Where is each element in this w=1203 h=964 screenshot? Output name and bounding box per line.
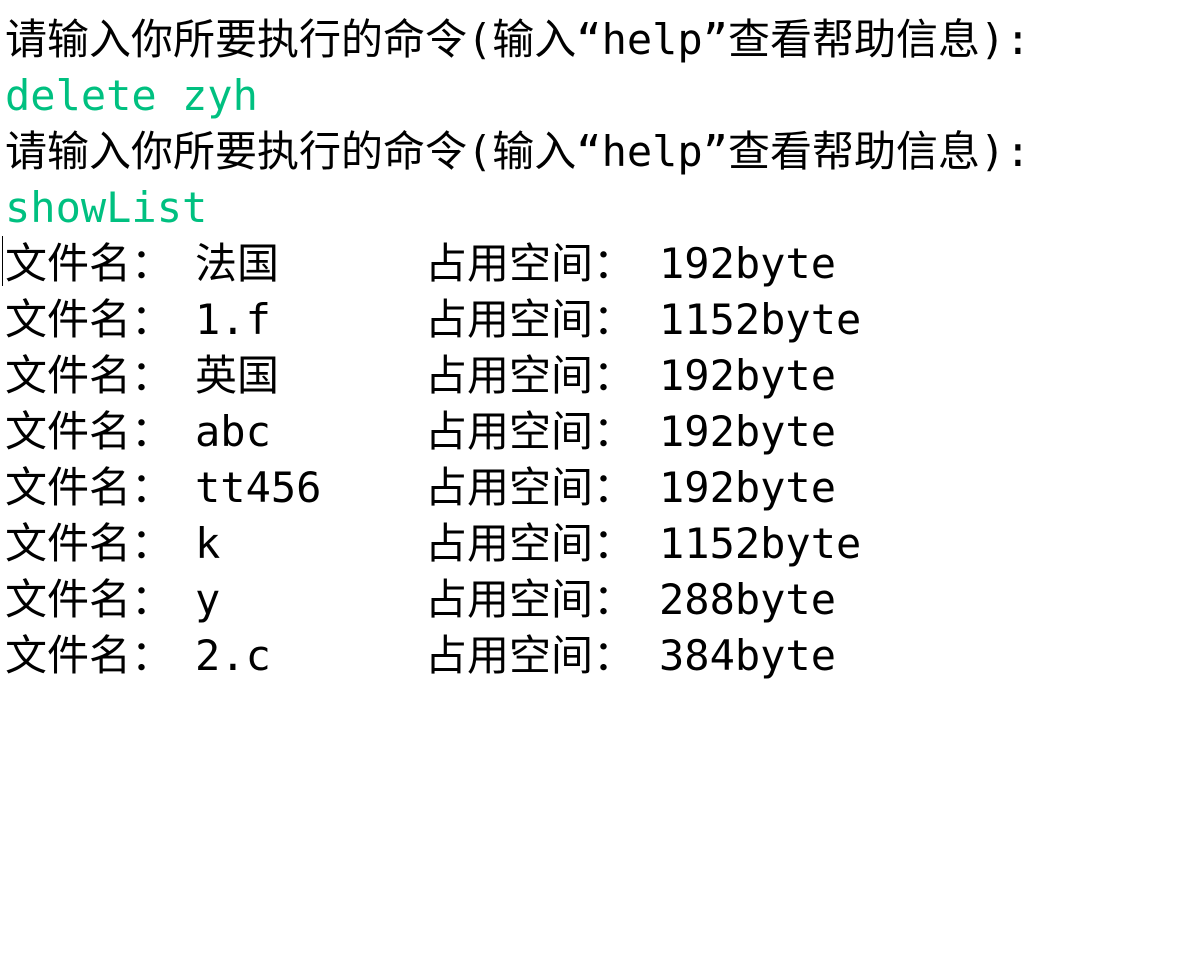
file-list-row: 文件名： 法国 占用空间： 192byte <box>5 236 1200 292</box>
file-name-label: 文件名： <box>5 463 174 512</box>
console-output: 请输入你所要执行的命令(输入“help”查看帮助信息): delete zyh … <box>5 12 1200 684</box>
file-name-label: 文件名： <box>5 519 174 568</box>
file-name-label: 文件名： <box>5 239 174 288</box>
file-name-label: 文件名： <box>5 295 174 344</box>
file-size-label: 占用空间： <box>425 575 636 624</box>
file-name: abc <box>195 407 271 456</box>
command-prompt: 请输入你所要执行的命令(输入“help”查看帮助信息): <box>5 127 1031 176</box>
entered-command: showList <box>5 183 208 232</box>
file-name: tt456 <box>195 463 322 512</box>
file-list-row: 文件名： y 占用空间： 288byte <box>5 572 1200 628</box>
file-name-label: 文件名： <box>5 631 174 680</box>
file-name: 法国 <box>195 239 280 288</box>
file-name: k <box>195 519 221 568</box>
file-size: 1152byte <box>659 519 862 568</box>
entered-command: delete zyh <box>5 71 258 120</box>
command-prompt: 请输入你所要执行的命令(输入“help”查看帮助信息): <box>5 15 1031 64</box>
file-size: 384byte <box>659 631 837 680</box>
file-list-row: 文件名： 英国 占用空间： 192byte <box>5 348 1200 404</box>
file-size: 1152byte <box>659 295 862 344</box>
file-size-label: 占用空间： <box>425 239 636 288</box>
file-size-label: 占用空间： <box>425 519 636 568</box>
file-size-label: 占用空间： <box>425 631 636 680</box>
file-name: 1.f <box>195 295 271 344</box>
file-name-label: 文件名： <box>5 351 174 400</box>
file-list-row: 文件名： k 占用空间： 1152byte <box>5 516 1200 572</box>
file-name-label: 文件名： <box>5 407 174 456</box>
file-list-row: 文件名： 2.c 占用空间： 384byte <box>5 628 1200 684</box>
file-name: 2.c <box>195 631 271 680</box>
file-size-label: 占用空间： <box>425 407 636 456</box>
file-size-label: 占用空间： <box>425 351 636 400</box>
file-size: 192byte <box>659 351 837 400</box>
file-list-row: 文件名： tt456 占用空间： 192byte <box>5 460 1200 516</box>
file-name-label: 文件名： <box>5 575 174 624</box>
file-name: 英国 <box>195 351 280 400</box>
file-size: 192byte <box>659 407 837 456</box>
file-size-label: 占用空间： <box>425 463 636 512</box>
file-list-row: 文件名： abc 占用空间： 192byte <box>5 404 1200 460</box>
file-name: y <box>195 575 221 624</box>
file-size-label: 占用空间： <box>425 295 636 344</box>
text-cursor <box>2 236 3 286</box>
file-list-row: 文件名： 1.f 占用空间： 1152byte <box>5 292 1200 348</box>
file-size: 288byte <box>659 575 837 624</box>
file-size: 192byte <box>659 463 837 512</box>
file-size: 192byte <box>659 239 837 288</box>
